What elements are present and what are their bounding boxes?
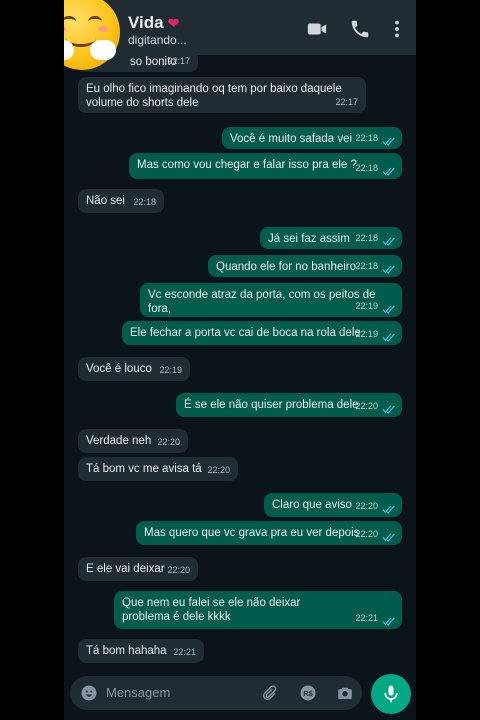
message-text: Verdade neh [86,435,152,447]
message-list[interactable]: so bonito 22:17 Eu olho fico imaginando o… [64,51,416,667]
read-ticks-icon [382,137,395,146]
message-text: É se ele não quiser problema dele [184,399,359,411]
payment-icon[interactable]: R$ [299,684,317,702]
camera-icon[interactable] [336,684,354,702]
message-bubble[interactable]: Ele fechar a porta vc cai de boca na rol… [122,321,402,345]
message-time: 22:18 [355,261,378,271]
message-bubble[interactable]: Tá bom hahaha 22:21 [78,639,204,663]
message-input-bar[interactable]: Mensagem R$ [70,676,362,710]
message-time: 22:20 [355,401,378,411]
svg-text:R$: R$ [303,689,313,698]
message-time: 22:17 [167,56,190,66]
message-time: 22:18 [355,163,378,173]
message-time: 22:20 [207,465,230,475]
message-time: 22:20 [355,501,378,511]
message-time: 22:19 [355,329,378,339]
read-ticks-icon [382,333,395,342]
message-bubble[interactable]: E ele vai deixar 22:20 [78,557,198,581]
message-time: 22:20 [157,437,180,447]
message-time: 22:18 [133,197,156,207]
message-text: Tá bom vc me avisa tá [86,463,202,475]
mic-icon [384,685,398,703]
emoji-blush [98,26,108,32]
read-ticks-icon [382,265,395,274]
message-bubble[interactable]: Que nem eu falei se ele não deixar probl… [114,591,402,629]
read-ticks-icon [382,167,395,176]
message-bubble[interactable]: Vc esconde atraz da porta, com os peitos… [140,283,402,317]
message-time: 22:21 [355,613,378,623]
message-bubble[interactable]: Você é muito safada vei 22:18 [222,127,402,149]
read-ticks-icon [382,617,395,626]
message-text: Mas como vou chegar e falar isso pra ele… [137,159,357,171]
message-time: 22:19 [159,365,182,375]
message-text: Você é louco [86,363,152,375]
message-time: 22:19 [355,301,378,311]
message-text: E ele vai deixar [86,563,165,575]
message-time: 22:18 [355,233,378,243]
chat-screen: so bonito 22:17 Eu olho fico imaginando o… [64,0,416,720]
more-options-icon[interactable] [386,18,408,40]
message-bubble[interactable]: Mas como vou chegar e falar isso pra ele… [129,153,402,179]
read-ticks-icon [382,533,395,542]
phone-icon[interactable] [349,18,371,40]
message-input[interactable]: Mensagem [106,685,170,700]
emoji-icon[interactable] [80,684,98,702]
message-text: Você é muito safada vei [230,133,353,145]
video-call-icon[interactable] [306,18,328,40]
emoji-hand [90,40,116,60]
read-ticks-icon [382,405,395,414]
contact-name[interactable]: Vida ❤ [128,13,179,33]
message-text: Quando ele for no banheiro [216,261,357,273]
message-text: Tá bom hahaha [86,645,167,657]
message-text: Mas quero que vc grava pra eu ver depois [144,527,360,539]
message-text: Claro que aviso [272,499,352,511]
message-bubble[interactable]: Quando ele for no banheiro 22:18 [208,255,402,277]
message-time: 22:21 [173,647,196,657]
voice-record-button[interactable] [371,674,411,714]
message-bubble[interactable]: Verdade neh 22:20 [78,429,188,453]
message-text: Que nem eu falei se ele não deixar probl… [122,597,301,623]
message-bubble[interactable]: Você é louco 22:19 [78,357,190,381]
message-time: 22:17 [335,97,358,107]
attach-icon[interactable] [260,684,278,702]
emoji-eye [64,16,76,27]
message-text: Ele fechar a porta vc cai de boca na rol… [130,327,361,339]
read-ticks-icon [382,505,395,514]
message-bubble[interactable]: Já sei faz assim 22:18 [260,227,402,249]
heart-icon: ❤ [167,15,180,31]
read-ticks-icon [382,305,395,314]
message-text: Vc esconde atraz da porta, com os peitos… [148,289,376,315]
message-text: Eu olho fico imaginando oq tem por baixo… [86,83,342,109]
message-time: 22:20 [355,529,378,539]
typing-status: digitando... [128,33,187,47]
read-ticks-icon [382,237,395,246]
message-bubble[interactable]: Não sei 22:18 [78,189,164,213]
message-time: 22:20 [167,565,190,575]
message-bubble[interactable]: Tá bom vc me avisa tá 22:20 [78,457,238,481]
message-text: Não sei [86,195,125,207]
message-bubble[interactable]: Mas quero que vc grava pra eu ver depois… [136,521,402,545]
message-bubble[interactable]: Eu olho fico imaginando oq tem por baixo… [78,77,366,113]
message-bubble[interactable]: Claro que aviso 22:20 [264,493,402,517]
message-bubble[interactable]: É se ele não quiser problema dele 22:20 [176,393,402,417]
message-time: 22:18 [355,133,378,143]
message-text: Já sei faz assim [268,233,350,245]
